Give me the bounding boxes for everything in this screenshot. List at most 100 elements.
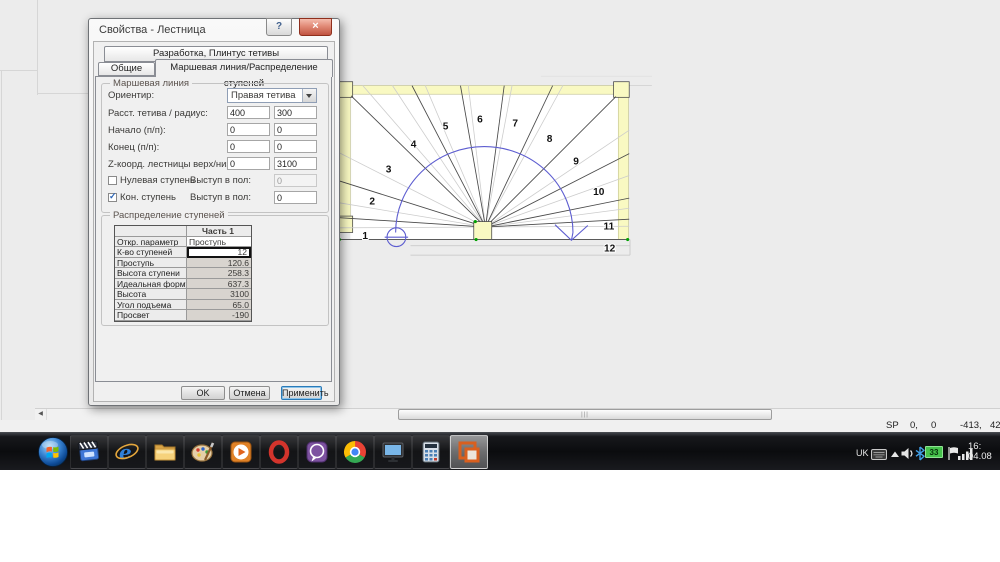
table-row[interactable]: Высота ступени 258.3	[115, 268, 251, 279]
taskbar-item-calculator[interactable]	[412, 435, 450, 469]
table-row[interactable]: Угол подъема 65.0	[115, 300, 251, 311]
bluetooth-icon[interactable]	[915, 446, 925, 461]
stringer-dist-label: Расст. тетива / радиус:	[108, 108, 208, 119]
floor-offset-input-2[interactable]	[274, 191, 317, 204]
cursor-y: 0	[931, 420, 936, 431]
snap-mode-label: SP	[886, 420, 899, 431]
row-label: Идеальная формул	[115, 279, 187, 290]
taskbar-item-file-explorer[interactable]	[146, 435, 184, 469]
keyboard-icon[interactable]	[871, 448, 887, 461]
windows-logo-icon	[37, 436, 69, 468]
row-value[interactable]: Проступь	[187, 237, 251, 248]
monitor-icon	[380, 439, 406, 465]
svg-text:e: e	[119, 440, 132, 464]
panel-divider	[37, 93, 92, 94]
chrome-icon	[342, 439, 368, 465]
show-hidden-icons-arrow[interactable]	[890, 450, 900, 458]
table-row[interactable]: К-во ступеней 12	[115, 247, 251, 258]
row-value-selected[interactable]: 12	[187, 247, 251, 258]
drawing-canvas[interactable]: 1 2 3 4 5 6 7 8 9 10 11 12	[330, 70, 750, 320]
taskbar-item-display[interactable]	[374, 435, 412, 469]
z-coord-label: Z-коорд. лестницы верх/низ:	[108, 159, 233, 170]
floor-offset-input-1	[274, 174, 317, 187]
taskbar-item-chrome[interactable]	[336, 435, 374, 469]
row-value: -190	[187, 310, 251, 321]
end-input-2[interactable]	[274, 140, 317, 153]
taskbar-item-viber[interactable]	[298, 435, 336, 469]
start-input-1[interactable]	[227, 123, 270, 136]
step-label: 9	[573, 157, 579, 168]
internet-explorer-icon: e	[114, 439, 140, 465]
speaker-icon[interactable]	[901, 447, 914, 460]
scrollbar-thumb[interactable]: |||	[398, 409, 772, 420]
post-center	[474, 222, 492, 240]
stringer-dist-input-2[interactable]	[274, 106, 317, 119]
table-row[interactable]: Высота 3100	[115, 289, 251, 300]
floor-offset-label-2: Выступ в пол:	[190, 192, 251, 203]
help-button[interactable]: ?	[266, 18, 292, 36]
step-label: 10	[593, 187, 605, 198]
cancel-button[interactable]: Отмена	[229, 386, 270, 400]
scroll-left-arrow-icon[interactable]: ◀	[35, 409, 47, 420]
march-line-group: Маршевая линия Ориентир: Правая тетива Р…	[101, 83, 329, 213]
row-label: Высота	[115, 289, 187, 300]
horizontal-scrollbar[interactable]: ◀ |||	[35, 408, 1000, 420]
z-coord-input-1[interactable]	[227, 157, 270, 170]
abs-x: -413,	[960, 420, 982, 431]
orientation-value: Правая тетива	[231, 90, 296, 101]
battery-indicator[interactable]: 33	[925, 446, 943, 458]
tab-march-line-distribution[interactable]: Маршевая линия/Распределение ступеней	[155, 59, 333, 77]
distribution-table: Часть 1 Откр. параметр Проступь К-во сту…	[114, 225, 252, 322]
cursor-x: 0,	[910, 420, 918, 431]
floor-offset-label-1: Выступ в пол:	[190, 175, 251, 186]
base-lines	[339, 240, 630, 256]
table-row[interactable]: Просвет -190	[115, 310, 251, 321]
step-label: 6	[477, 114, 483, 125]
row-value: 637.3	[187, 279, 251, 290]
screen: 1 2 3 4 5 6 7 8 9 10 11 12 Свойства - Ле…	[0, 0, 1000, 562]
abs-y: 42	[990, 420, 1000, 431]
apply-button[interactable]: Применить	[281, 386, 322, 400]
table-row[interactable]: Откр. параметр Проступь	[115, 237, 251, 248]
row-value: 120.6	[187, 258, 251, 269]
panel-divider	[0, 70, 37, 71]
start-input-2[interactable]	[274, 123, 317, 136]
final-step-checkbox[interactable]	[108, 193, 117, 202]
taskbar-item-media-player-2[interactable]	[222, 435, 260, 469]
row-label: Откр. параметр	[115, 237, 187, 248]
chevron-down-icon[interactable]	[302, 89, 316, 102]
taskbar-item-paint[interactable]	[184, 435, 222, 469]
orientation-select[interactable]: Правая тетива	[227, 88, 317, 103]
taskbar-item-media-player[interactable]	[70, 435, 108, 469]
zero-step-checkbox[interactable]	[108, 176, 117, 185]
step-label: 7	[512, 118, 518, 129]
table-row[interactable]: Идеальная формул 637.3	[115, 279, 251, 290]
close-button[interactable]: ×	[299, 18, 332, 36]
table-row[interactable]: Проступь 120.6	[115, 258, 251, 269]
orientation-label: Ориентир:	[108, 90, 154, 101]
taskbar-item-internet-explorer[interactable]: e	[108, 435, 146, 469]
step-label: 12	[604, 243, 616, 254]
language-indicator[interactable]: UK	[856, 448, 869, 458]
end-label: Конец (п/п):	[108, 142, 159, 153]
stringer-dist-input-1[interactable]	[227, 106, 270, 119]
dialog-client-area: Разработка, Плинтус тетивы Общие Маршева…	[93, 41, 335, 402]
start-button[interactable]	[37, 436, 69, 468]
group-label: Маршевая линия	[110, 78, 192, 89]
row-value: 65.0	[187, 300, 251, 311]
taskbar-item-opera[interactable]	[260, 435, 298, 469]
taskbar-clock[interactable]: 16: 04.08	[968, 442, 992, 462]
cad-app-icon	[456, 439, 482, 465]
end-input-1[interactable]	[227, 140, 270, 153]
taskbar-item-cad-app[interactable]	[450, 435, 488, 469]
z-coord-input-2[interactable]	[274, 157, 317, 170]
group-label: Распределение ступеней	[110, 210, 228, 221]
viber-icon	[304, 439, 330, 465]
stair-plan-svg: 1 2 3 4 5 6 7 8 9 10 11 12	[330, 70, 750, 320]
calculator-icon	[418, 439, 444, 465]
ok-button[interactable]: OK	[181, 386, 225, 400]
panel-divider	[37, 0, 38, 95]
properties-dialog: Свойства - Лестница ? × Разработка, Плин…	[88, 18, 340, 406]
scrollbar-grip: |||	[581, 412, 589, 419]
tab-general[interactable]: Общие	[98, 62, 155, 76]
